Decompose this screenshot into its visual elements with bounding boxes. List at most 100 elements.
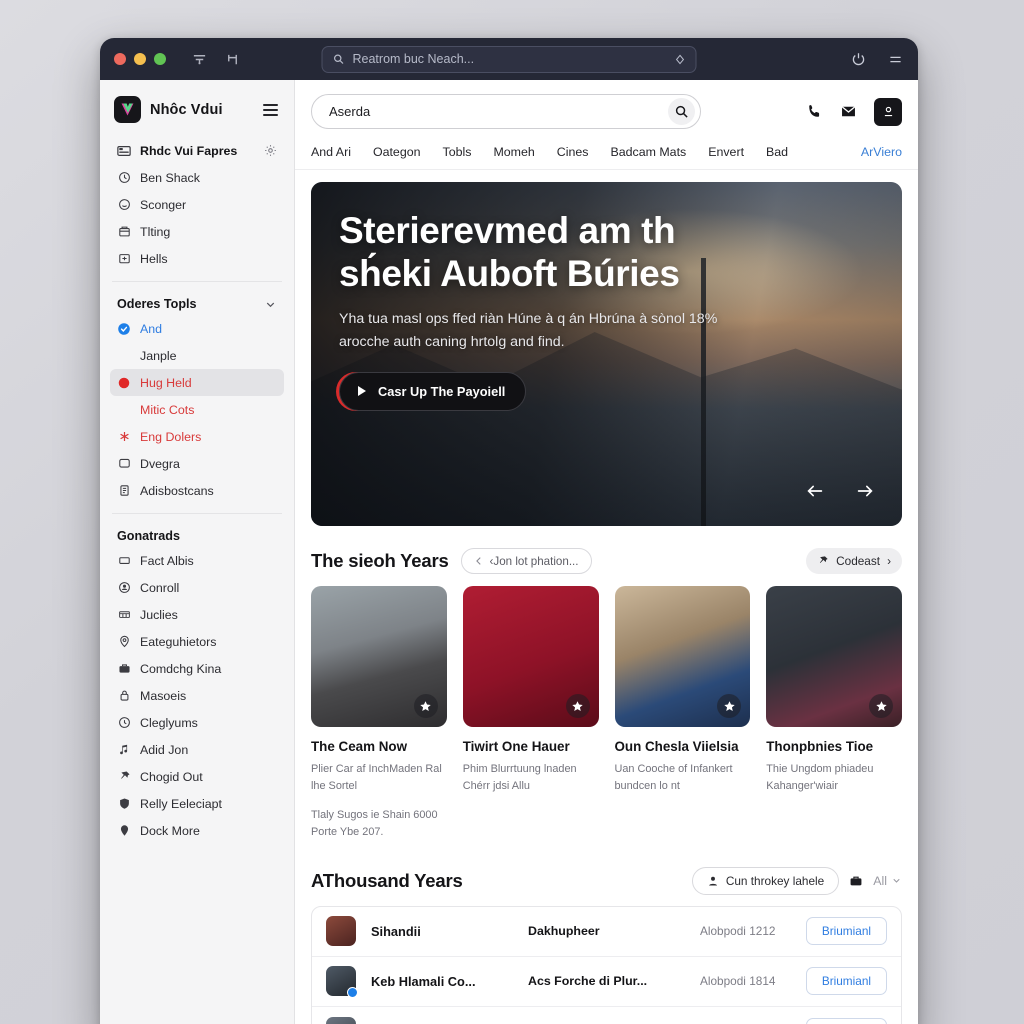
menu-icon[interactable]: [887, 51, 904, 68]
sidebar-item-comdchg-kina[interactable]: Comdchg Kina: [110, 655, 284, 682]
sidebar-item-eng-dolers[interactable]: Eng Dolers: [110, 423, 284, 450]
window-controls[interactable]: [114, 53, 166, 65]
sidebar-group-title-oderes-topls[interactable]: Oderes Topls: [100, 291, 294, 315]
diamond-icon[interactable]: [675, 54, 686, 65]
section1-pill[interactable]: ‹Jon lot phation...: [460, 548, 592, 574]
sidebar-item-sconger[interactable]: Sconger: [110, 191, 284, 218]
sidebar-item-adid-jon[interactable]: Adid Jon: [110, 736, 284, 763]
hero-prev-button[interactable]: [804, 480, 826, 502]
card-thumbnail[interactable]: [766, 586, 902, 727]
sidebar-item-rhdc-vui-fapres[interactable]: Rhdc Vui Fapres: [110, 137, 284, 164]
tab-tobls[interactable]: Tobls: [443, 145, 472, 159]
table-row[interactable]: Huratdè Nune Fubre Dalling Alobpodi 1733…: [312, 1007, 901, 1024]
bookmark-star-icon[interactable]: [717, 694, 742, 718]
sidebar-item-tlting[interactable]: Tlting: [110, 218, 284, 245]
table-row[interactable]: Keb Hlamali Co... Acs Forche di Plur... …: [312, 957, 901, 1007]
sidebar-item-dock-more[interactable]: Dock More: [110, 817, 284, 844]
hero-banner[interactable]: Sterierevmed am th sh́eki Auboft Búries …: [311, 182, 902, 526]
tab-and-ari[interactable]: And Ari: [311, 145, 351, 159]
tab-momeh[interactable]: Momeh: [493, 145, 534, 159]
pin-icon: [117, 635, 131, 649]
maximize-window-button[interactable]: [154, 53, 166, 65]
sidebar-item-label: Hug Held: [140, 375, 192, 390]
gear-icon[interactable]: [264, 144, 277, 157]
card-item[interactable]: Oun Chesla Viielsia Uan Cooche of Infank…: [614, 586, 751, 841]
row-action-button[interactable]: Briumianl: [805, 1017, 887, 1024]
search-input[interactable]: Aserda: [329, 104, 668, 119]
sidebar-item-relly-eeleciapt[interactable]: Relly Eeleciapt: [110, 790, 284, 817]
tab-envert[interactable]: Envert: [708, 145, 744, 159]
card-grid: The Ceam Now Plier Car af InchMaden Ral …: [311, 586, 902, 841]
chevron-left-icon: [475, 557, 481, 565]
card-item[interactable]: Tiwirt One Hauer Phim Blurrtuung lnaden …: [462, 586, 599, 841]
card-item[interactable]: Thonpbnies Tioe Thie Ungdom phiadeu Kaha…: [766, 586, 902, 841]
sidebar-item-label: And: [140, 321, 163, 336]
nav-tabs[interactable]: And Ari Oategon Tobls Momeh Cines Badcam…: [295, 129, 918, 170]
tabs-more-link[interactable]: ArViero: [861, 145, 902, 159]
sidebar-item-ben-shack[interactable]: Ben Shack: [110, 164, 284, 191]
section2-action-button[interactable]: Cun throkey lahele: [691, 866, 840, 895]
tab-oategon[interactable]: Oategon: [373, 145, 421, 159]
card-title: Thonpbnies Tioe: [766, 739, 874, 754]
close-window-button[interactable]: [114, 53, 126, 65]
table-row[interactable]: Sihandii Dakhupheer Alobpodi 1212 Briumi…: [312, 907, 901, 957]
sidebar-toggle-icon[interactable]: [263, 103, 282, 116]
sidebar-item-hells[interactable]: Hells: [110, 245, 284, 272]
clock-icon: [117, 171, 131, 185]
tab-cines[interactable]: Cines: [557, 145, 589, 159]
search-bar[interactable]: Aserda: [311, 94, 701, 129]
list-icon: [117, 484, 131, 498]
sidebar-item-adisbostcans[interactable]: Adisbostcans: [110, 477, 284, 504]
sidebar-item-dvegra[interactable]: Dvegra: [110, 450, 284, 477]
bookmark-star-icon[interactable]: [413, 694, 438, 718]
sidebar-item-janple[interactable]: Janple: [110, 342, 284, 369]
app-brand[interactable]: Nhôc Vdui: [100, 80, 294, 137]
sidebar-item-juclies[interactable]: Juclies: [110, 601, 284, 628]
row-action-button[interactable]: Briumianl: [805, 967, 887, 996]
sidebar-item-masoeis[interactable]: Masoeis: [110, 682, 284, 709]
chevron-down-icon[interactable]: [264, 298, 277, 311]
tab-bad[interactable]: Bad: [766, 145, 788, 159]
row-action-button[interactable]: Briumianl: [805, 917, 887, 946]
section2-filter-select[interactable]: All: [873, 874, 902, 888]
split-view-icon[interactable]: [225, 52, 240, 67]
browser-address-bar[interactable]: Reatrom buc Neach...: [321, 45, 697, 73]
sidebar-item-label: Ben Shack: [140, 170, 200, 185]
sidebar-item-label: Mitic Cots: [140, 402, 195, 417]
search-button[interactable]: [668, 98, 695, 125]
sidebar-item-cleglyums[interactable]: Cleglyums: [110, 709, 284, 736]
codeast-button[interactable]: Codeast ›: [806, 548, 902, 574]
card-thumbnail[interactable]: [462, 586, 599, 727]
hero-next-button[interactable]: [854, 480, 876, 502]
card-title: Oun Chesla Viielsia: [614, 739, 739, 754]
card-thumbnail[interactable]: [311, 586, 447, 727]
sidebar-item-label: Sconger: [140, 197, 187, 212]
hero-cta-button[interactable]: Casr Up The Payoiell: [339, 371, 527, 411]
briefcase-icon[interactable]: [849, 874, 863, 888]
sidebar-item-label: Conroll: [140, 580, 180, 595]
power-icon[interactable]: [850, 51, 867, 68]
bookmark-star-icon[interactable]: [869, 694, 893, 718]
card-item[interactable]: The Ceam Now Plier Car af InchMaden Ral …: [311, 586, 447, 841]
card-thumbnail[interactable]: [614, 586, 751, 727]
sidebar-item-eateguhietors[interactable]: Eateguhietors: [110, 628, 284, 655]
mail-icon[interactable]: [840, 103, 857, 120]
minimize-window-button[interactable]: [134, 53, 146, 65]
sidebar-item-and[interactable]: And: [110, 315, 284, 342]
table-icon: [117, 608, 131, 622]
content-scroll-area: Sterierevmed am th sh́eki Auboft Búries …: [295, 170, 918, 1024]
sidebar-item-fact-albis[interactable]: Fact Albis: [110, 547, 284, 574]
phone-icon[interactable]: [806, 103, 823, 120]
sidebar-item-label: Juclies: [140, 607, 178, 622]
sidebar-item-mitic-cots[interactable]: Mitic Cots: [110, 396, 284, 423]
bookmark-star-icon[interactable]: [565, 694, 590, 718]
sidebar-item-chogid-out[interactable]: Chogid Out: [110, 763, 284, 790]
user-avatar[interactable]: [874, 97, 902, 126]
filter-icon[interactable]: [192, 52, 207, 67]
tab-badcam-mats[interactable]: Badcam Mats: [610, 145, 686, 159]
sidebar-divider: [112, 281, 282, 282]
sidebar-item-hug-held[interactable]: Hug Held: [110, 369, 284, 396]
hero-description: Yha tua masl ops ffed riàn Húne à q án H…: [339, 308, 839, 354]
rectangle-icon: [117, 554, 131, 568]
sidebar-item-conroll[interactable]: Conroll: [110, 574, 284, 601]
